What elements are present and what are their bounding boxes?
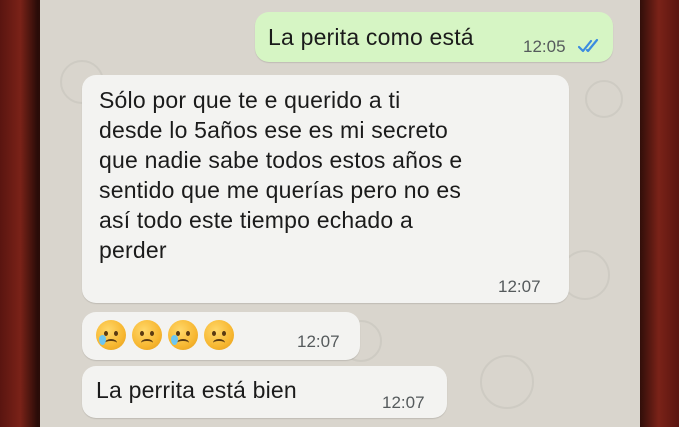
wallpaper-doodle [480,355,534,409]
message-time: 12:07 [382,393,425,412]
incoming-message[interactable]: 12:07 [82,312,360,360]
message-text: La perita como está [268,24,474,50]
sad-tear-face-icon [96,320,126,350]
sad-face-icon [132,320,162,350]
message-time: 12:07 [297,332,340,351]
message-time: 12:05 [523,37,566,56]
message-time: 12:07 [498,277,541,296]
sad-face-icon [204,320,234,350]
incoming-message[interactable]: Sólo por que te e querido a ti desde lo … [82,75,569,303]
message-line: así todo este tiempo echado a [99,207,413,233]
message-line: desde lo 5años ese es mi secreto [99,117,449,143]
message-text-block: Sólo por que te e querido a ti desde lo … [99,85,559,265]
sad-tear-face-icon [168,320,198,350]
incoming-message[interactable]: La perrita está bien 12:07 [82,366,447,418]
wallpaper-doodle [585,80,623,118]
read-double-check-icon [578,38,599,53]
outgoing-message[interactable]: La perita como está 12:05 [255,12,613,62]
message-text: La perrita está bien [96,377,297,403]
message-line: sentido que me querías pero no es [99,177,462,203]
message-line: que nadie sabe todos estos años e [99,147,463,173]
chat-screen[interactable]: La perita como está 12:05 Sólo por que t… [40,0,640,427]
message-line: Sólo por que te e querido a ti [99,87,401,113]
message-line: perder [99,237,167,263]
